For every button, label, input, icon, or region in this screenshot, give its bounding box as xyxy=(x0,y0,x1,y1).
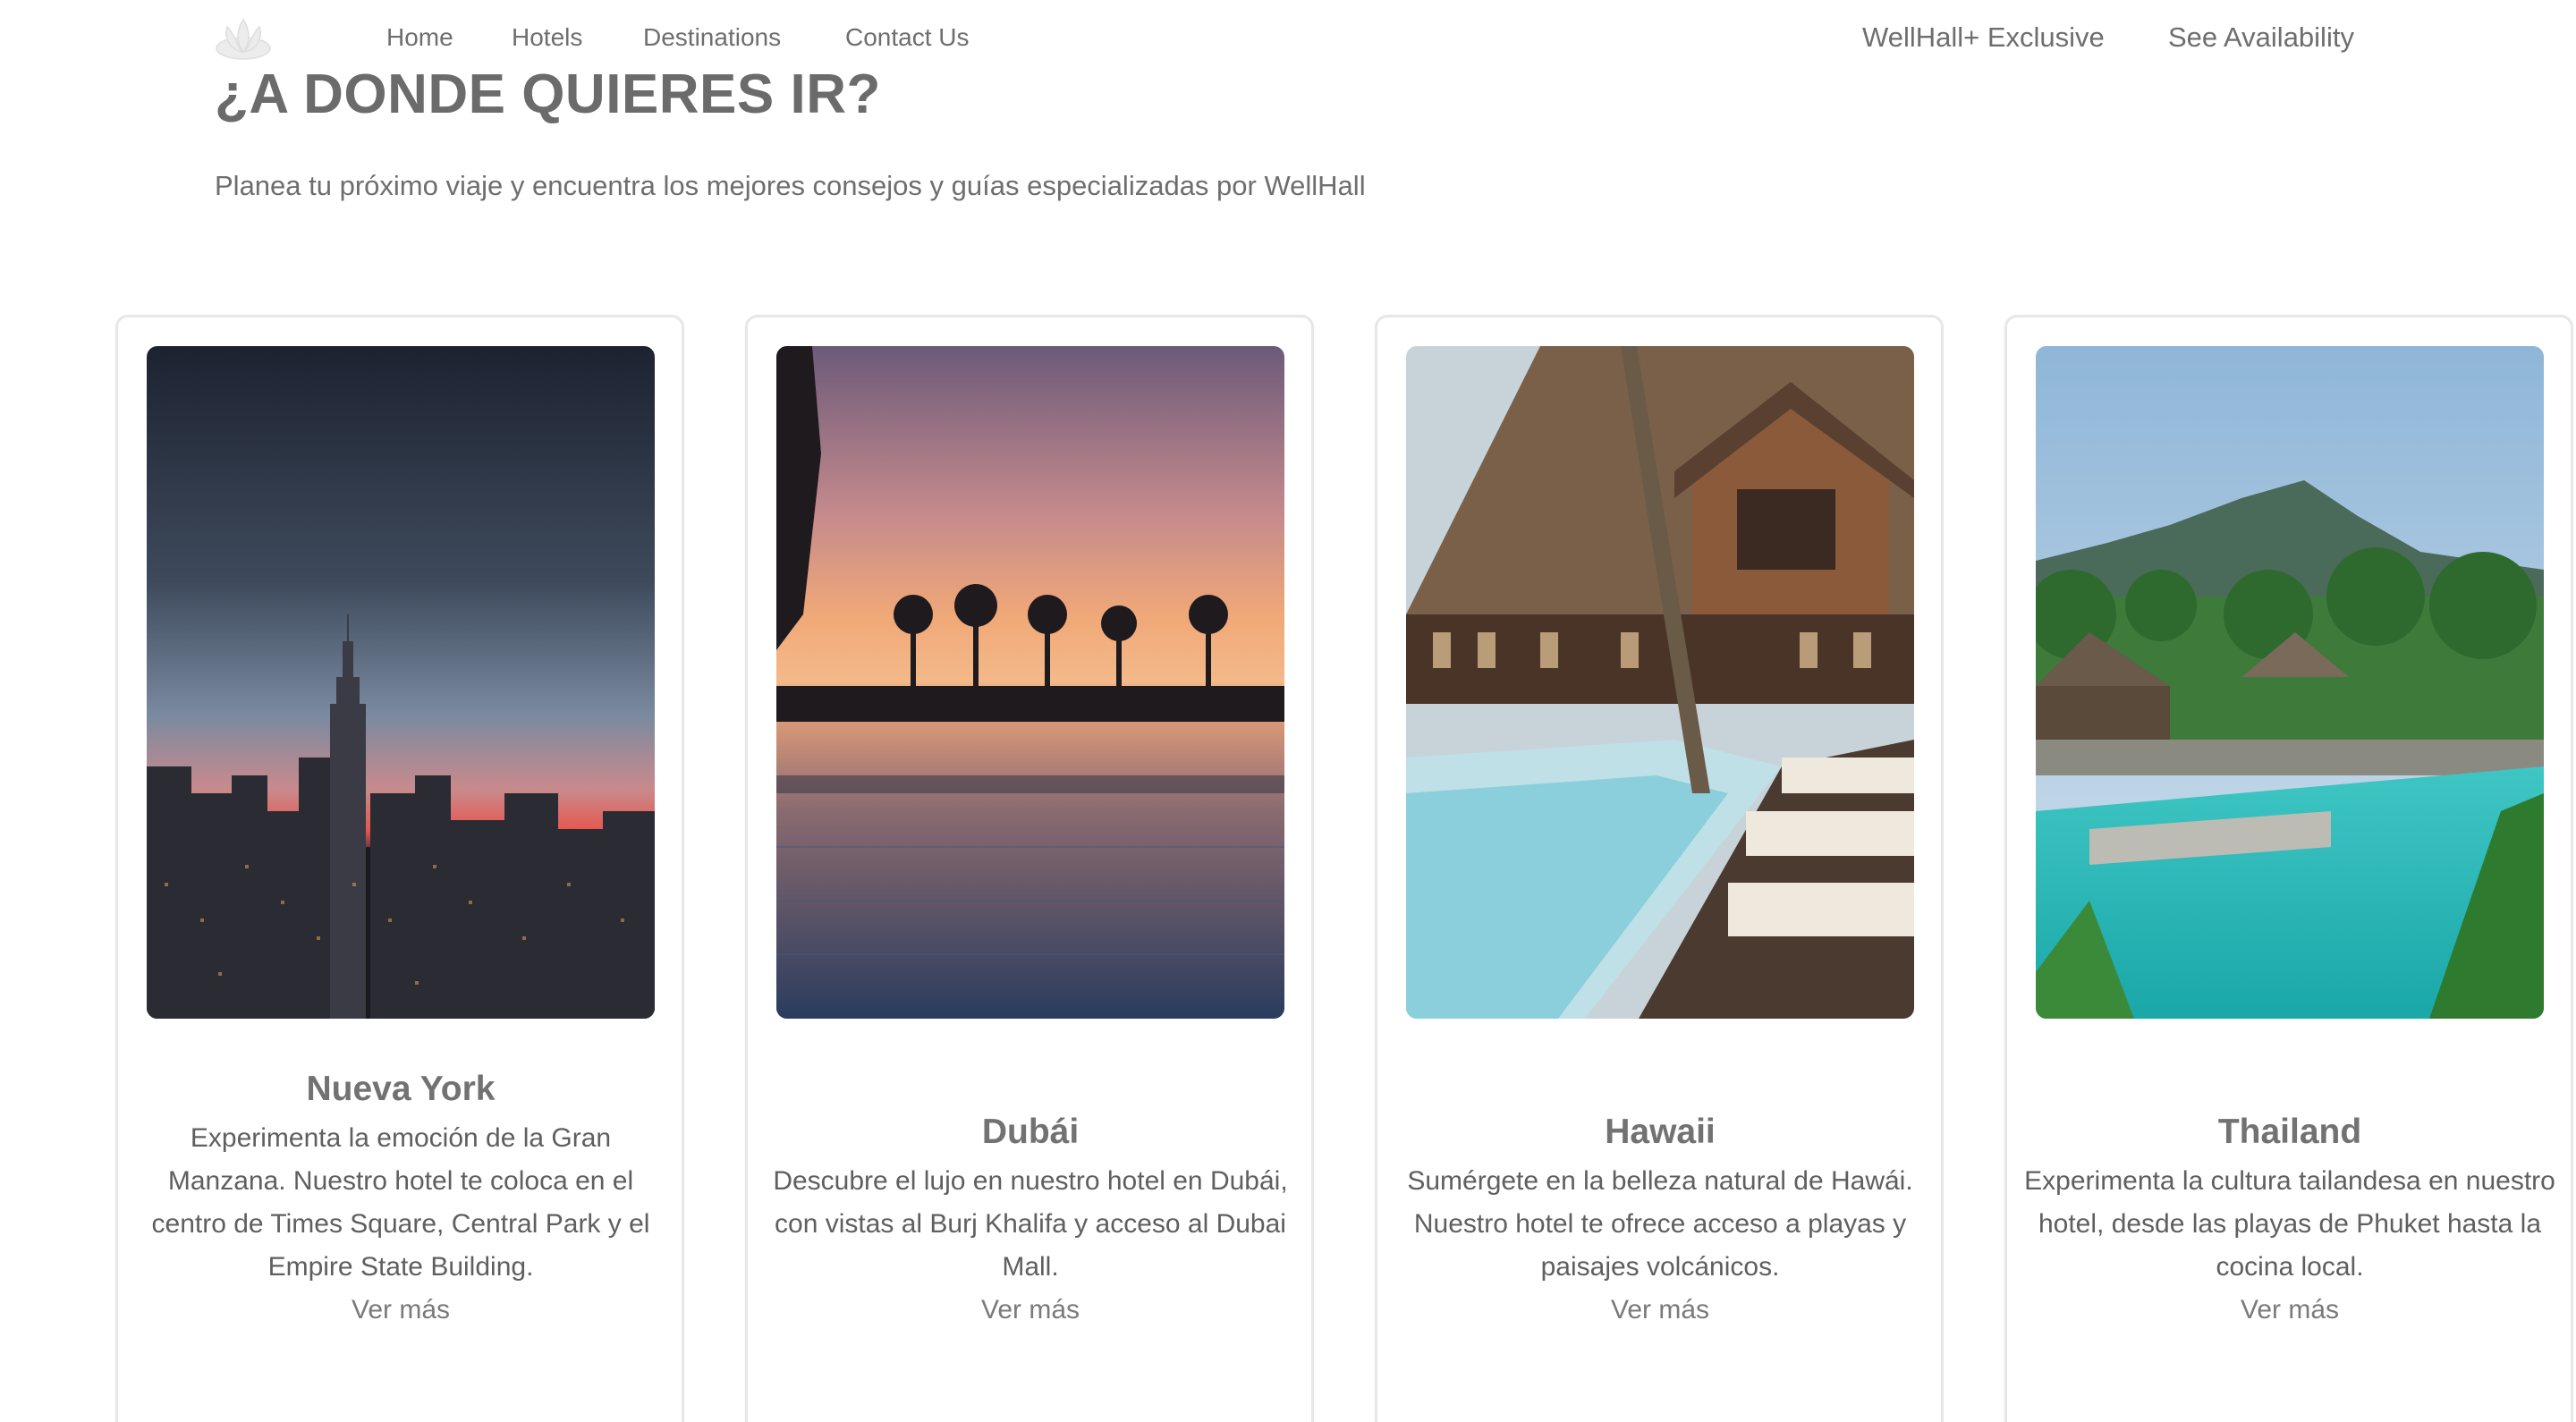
card-title: Hawaii xyxy=(1605,1113,1716,1151)
nav-link-destinations[interactable]: Destinations xyxy=(643,20,781,55)
card-title: Dubái xyxy=(981,1113,1080,1151)
destination-card-thailand[interactable]: Thailand Experimenta la cultura tailande… xyxy=(2004,315,2573,1422)
new-york-skyline-image xyxy=(147,346,655,1019)
ver-mas-link[interactable]: Ver más xyxy=(2241,1289,2339,1332)
ver-mas-link[interactable]: Ver más xyxy=(352,1289,450,1332)
nav-link-contact-us[interactable]: Contact Us xyxy=(845,20,970,55)
card-title: Nueva York xyxy=(306,1070,496,1108)
dubai-pool-image xyxy=(776,346,1284,1019)
hawaii-resort-image xyxy=(1406,346,1914,1019)
card-description: Experimenta la emoción de la Gran Manzan… xyxy=(151,1123,650,1282)
card-body: Thailand Experimenta la cultura tailande… xyxy=(2023,1110,2556,1332)
page-subtitle: Planea tu próximo viaje y encuentra los … xyxy=(215,170,1366,201)
ver-mas-link[interactable]: Ver más xyxy=(981,1289,1080,1332)
page: Home Hotels Destinations Contact Us Well… xyxy=(0,0,2576,1422)
nav-link-home[interactable]: Home xyxy=(386,20,453,55)
card-body: Dubái Descubre el lujo en nuestro hotel … xyxy=(764,1110,1297,1332)
wellhall-exclusive-link[interactable]: WellHall+ Exclusive xyxy=(1862,18,2105,57)
page-title: ¿A DONDE QUIERES IR? xyxy=(215,63,881,125)
card-description: Sumérgete en la belleza natural de Hawái… xyxy=(1407,1166,1913,1282)
destination-card-hawaii[interactable]: Hawaii Sumérgete en la belleza natural d… xyxy=(1375,315,1944,1422)
card-description: Descubre el lujo en nuestro hotel en Dub… xyxy=(773,1166,1288,1282)
card-title: Thailand xyxy=(2217,1113,2362,1151)
ver-mas-link[interactable]: Ver más xyxy=(1611,1289,1709,1332)
card-body: Nueva York Experimenta la emoción de la … xyxy=(134,1067,667,1332)
thailand-pool-image xyxy=(2036,346,2544,1019)
destination-card-nueva-york[interactable]: Nueva York Experimenta la emoción de la … xyxy=(115,315,684,1422)
lotus-logo-icon[interactable] xyxy=(211,13,275,66)
nav-link-hotels[interactable]: Hotels xyxy=(512,20,582,55)
card-body: Hawaii Sumérgete en la belleza natural d… xyxy=(1394,1110,1927,1332)
see-availability-link[interactable]: See Availability xyxy=(2168,18,2354,57)
card-description: Experimenta la cultura tailandesa en nue… xyxy=(2024,1166,2555,1282)
destination-card-dubai[interactable]: Dubái Descubre el lujo en nuestro hotel … xyxy=(745,315,1314,1422)
